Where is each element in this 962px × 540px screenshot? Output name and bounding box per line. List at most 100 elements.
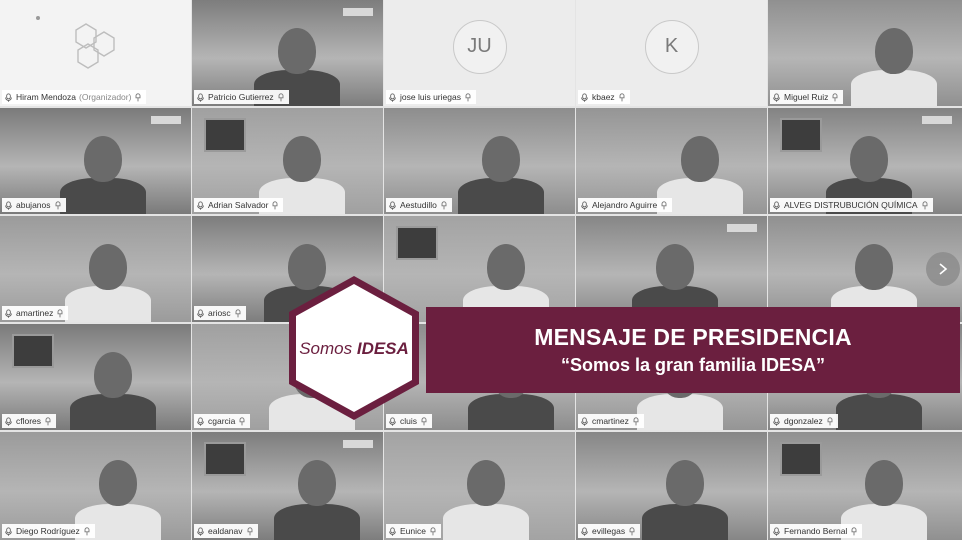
microphone-icon	[5, 200, 12, 210]
microphone-icon	[773, 526, 780, 536]
pin-icon	[235, 308, 241, 317]
participant-tile[interactable]: Patricio Gutierrez	[192, 0, 383, 106]
next-page-button[interactable]	[926, 252, 960, 286]
microphone-icon	[5, 308, 12, 318]
video-grid: Hiram Mendoza (Organizador) Patricio Gutie…	[0, 0, 962, 540]
participant-name: jose luis uriegas	[400, 92, 461, 102]
pin-icon	[57, 308, 63, 317]
participant-name-label: Miguel Ruiz	[770, 90, 844, 104]
participant-name-label: abujanos	[2, 198, 66, 212]
participant-name-label: amartinez	[2, 306, 69, 320]
pin-icon	[247, 526, 252, 535]
initials-avatar: JU	[452, 19, 507, 74]
pin-icon	[661, 200, 667, 209]
microphone-icon	[197, 200, 204, 210]
participant-name: cgarcia	[208, 416, 236, 426]
participant-tile[interactable]: Diego Rodríguez	[0, 432, 191, 540]
participant-name-label: Patricio Gutierrez	[194, 90, 289, 104]
participant-name: kbaez	[592, 92, 615, 102]
participant-name-label: jose luis uriegas	[386, 90, 476, 104]
microphone-icon	[5, 526, 12, 536]
pin-icon	[629, 526, 635, 535]
microphone-icon	[197, 92, 204, 102]
participant-name-label: ariosc	[194, 306, 246, 320]
microphone-icon	[581, 416, 588, 426]
participant-tile[interactable]: abujanos	[0, 108, 191, 214]
participant-tile[interactable]: Eunice	[384, 432, 575, 540]
presidential-message-banner: MENSAJE DE PRESIDENCIA “Somos la gran fa…	[426, 307, 960, 393]
pin-icon	[832, 92, 838, 101]
participant-name: Alejandro Aguirre	[592, 200, 658, 210]
pin-icon	[45, 416, 51, 425]
participant-tile[interactable]: Aestudillo	[384, 108, 575, 214]
participant-name: dgonzalez	[784, 416, 823, 426]
pin-icon	[55, 200, 60, 209]
participant-tile[interactable]: cflores	[0, 324, 191, 430]
microphone-icon	[197, 416, 204, 426]
participant-name-label: Adrian Salvador	[194, 198, 284, 212]
idesa-hexagon-logo: Somos IDESA	[283, 272, 425, 424]
banner-subtitle: “Somos la gran familia IDESA”	[560, 355, 826, 375]
pin-icon	[278, 92, 284, 101]
participant-name-label: dgonzalez	[770, 414, 838, 428]
participant-name: evillegas	[592, 526, 626, 536]
participant-name-label: cflores	[2, 414, 57, 428]
participant-name: cmartinez	[592, 416, 629, 426]
microphone-icon	[5, 92, 12, 102]
microphone-icon	[581, 92, 588, 102]
participant-name: Adrian Salvador	[208, 200, 269, 210]
participant-tile[interactable]: Miguel Ruiz	[768, 0, 962, 106]
pin-icon	[84, 526, 90, 535]
participant-name: cflores	[16, 416, 42, 426]
pin-icon	[239, 416, 245, 425]
participant-name-label: Diego Rodríguez	[2, 524, 95, 538]
microphone-icon	[389, 526, 396, 536]
participant-name-label: cmartinez	[578, 414, 644, 428]
participant-tile[interactable]: Kkbaez	[576, 0, 767, 106]
participant-name-label: Fernando Bernal	[770, 524, 863, 538]
participant-name-label: Aestudillo	[386, 198, 452, 212]
pin-icon	[851, 526, 857, 535]
participant-name-label: cgarcia	[194, 414, 251, 428]
participant-tile[interactable]: amartinez	[0, 216, 191, 322]
participant-name: Fernando Bernal	[784, 526, 848, 536]
participant-name: ariosc	[208, 308, 231, 318]
participant-tile[interactable]: ealdanav	[192, 432, 383, 540]
chevron-right-icon	[939, 263, 948, 275]
logo-text-plain: Somos	[299, 339, 353, 358]
microphone-icon	[197, 526, 204, 536]
microphone-icon	[581, 526, 588, 536]
pin-icon	[827, 416, 833, 425]
participant-tile[interactable]: Alejandro Aguirre	[576, 108, 767, 214]
participant-tile[interactable]: JU jose luis uriegas	[384, 0, 575, 106]
logo-text: Somos IDESA	[283, 339, 425, 359]
participant-name-label: Alejandro Aguirre	[578, 198, 673, 212]
participant-name-label: kbaez	[578, 90, 630, 104]
participant-name: ALVEG DISTRUBUCIÓN QUÍMICA	[784, 200, 918, 210]
participant-name: Hiram Mendoza	[16, 92, 76, 102]
organizer-logo-icon	[75, 23, 115, 69]
participant-tile[interactable]: evillegas	[576, 432, 767, 540]
microphone-icon	[197, 308, 204, 318]
pin-icon	[465, 92, 471, 101]
pin-icon	[633, 416, 639, 425]
pin-icon	[441, 200, 447, 209]
microphone-icon	[773, 92, 780, 102]
participant-name: Patricio Gutierrez	[208, 92, 274, 102]
microphone-icon	[581, 200, 588, 210]
logo-text-bold: IDESA	[356, 339, 409, 358]
participant-tile[interactable]: ALVEG DISTRUBUCIÓN QUÍMICA	[768, 108, 962, 214]
participant-name-label: ALVEG DISTRUBUCIÓN QUÍMICA	[770, 198, 933, 212]
participant-name: ealdanav	[208, 526, 243, 536]
participant-name: Diego Rodríguez	[16, 526, 80, 536]
participant-tile[interactable]: Hiram Mendoza (Organizador)	[0, 0, 191, 106]
initials-avatar: K	[644, 19, 699, 74]
participant-name: Eunice	[400, 526, 426, 536]
microphone-icon	[389, 92, 396, 102]
participant-name-label: Eunice	[386, 524, 441, 538]
participant-name-label: ealdanav	[194, 524, 258, 538]
pin-icon	[922, 200, 927, 209]
participant-tile[interactable]: Adrian Salvador	[192, 108, 383, 214]
microphone-icon	[5, 416, 12, 426]
participant-tile[interactable]: Fernando Bernal	[768, 432, 962, 540]
